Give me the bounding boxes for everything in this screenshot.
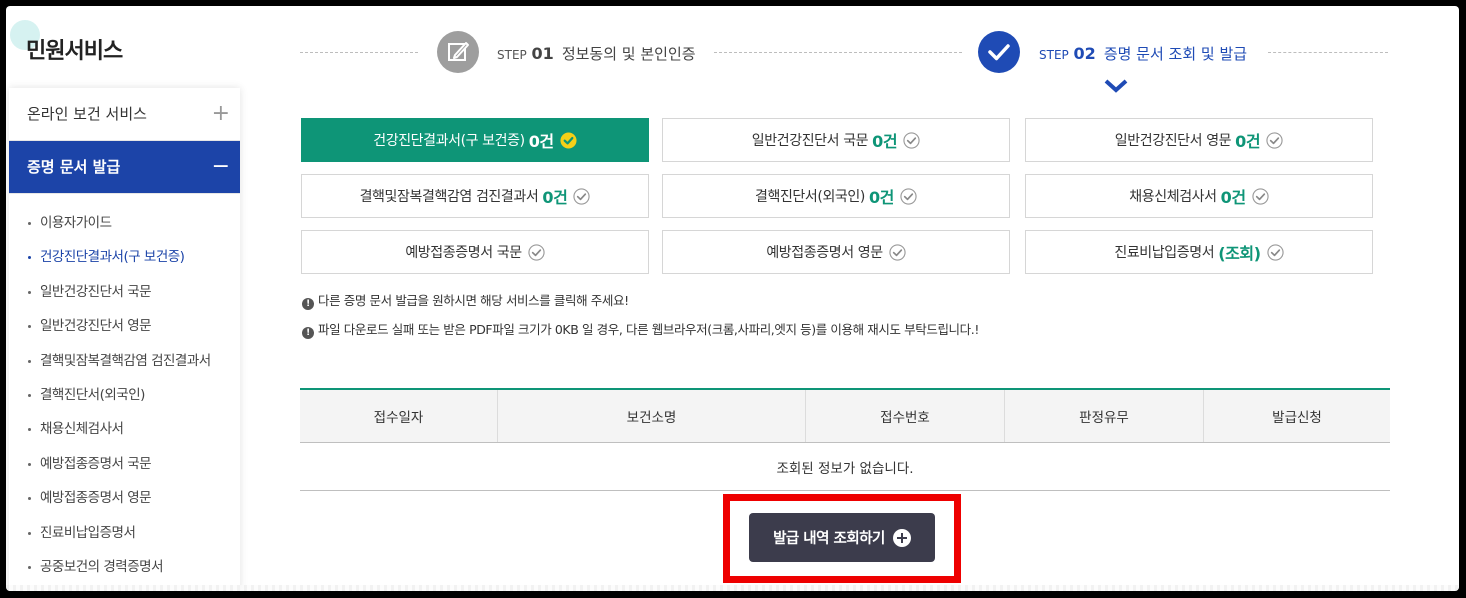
table-header: 접수번호 — [805, 388, 1005, 443]
check-circle-icon — [903, 131, 920, 149]
sidebar-item-employment[interactable]: 채용신체검사서 — [9, 412, 240, 446]
exclamation-icon: ! — [302, 327, 314, 339]
step-divider — [714, 52, 962, 53]
step-divider — [1268, 52, 1388, 53]
table-header: 판정유무 — [1004, 388, 1204, 443]
table-row: 조회된 정보가 없습니다. — [300, 442, 1390, 491]
doc-count: 0건 — [1220, 188, 1246, 207]
doc-count: 0건 — [542, 188, 568, 207]
page-title: 민원서비스 — [26, 39, 123, 64]
exclamation-icon: ! — [302, 298, 314, 310]
check-circle-icon — [1267, 243, 1284, 261]
check-circle-icon — [573, 187, 591, 205]
doc-name: 일반건강진단서 국문 — [751, 133, 869, 149]
doc-name: 진료비납입증명서 — [1114, 245, 1215, 261]
chevron-down-icon — [1104, 79, 1128, 93]
doc-button-general-kr[interactable]: 일반건강진단서 국문 0건 — [662, 118, 1010, 162]
sidebar-item-general-en[interactable]: 일반건강진단서 영문 — [9, 309, 240, 343]
doc-button-tb-screening[interactable]: 결핵및잠복결핵감염 검진결과서 0건 — [301, 174, 649, 218]
step-1-label: STEP 01 정보동의 및 본인인증 — [497, 44, 696, 63]
collapse-icon[interactable]: − — [212, 141, 230, 193]
table-header: 발급신청 — [1203, 388, 1390, 443]
check-circle-icon — [889, 243, 906, 261]
notice-line: ! 다른 증명 문서 발급을 원하시면 해당 서비스를 클릭해 주세요! — [302, 290, 629, 310]
check-circle-icon — [560, 131, 577, 149]
doc-button-vaccine-en[interactable]: 예방접종증명서 영문 — [662, 230, 1010, 274]
doc-count: 0건 — [872, 132, 898, 151]
issue-history-table: 접수일자 보건소명 접수번호 판정유무 발급신청 조회된 정보가 없습니다. — [300, 388, 1390, 491]
check-circle-icon — [1252, 187, 1269, 205]
plus-circle-icon — [892, 528, 911, 547]
sidebar-item-medical-fee[interactable]: 진료비납입증명서 — [9, 516, 240, 550]
sidebar-menu-online-health[interactable]: 온라인 보건 서비스 + — [9, 88, 240, 141]
sidebar-submenu: 이용자가이드 건강진단결과서(구 보건증) 일반건강진단서 국문 일반건강진단서… — [9, 206, 240, 584]
check-circle-icon — [1266, 131, 1283, 149]
doc-button-tb-foreign[interactable]: 결핵진단서(외국인) 0건 — [662, 174, 1010, 218]
sidebar-item-public-health-career[interactable]: 공중보건의 경력증명서 — [9, 550, 240, 584]
doc-name: 채용신체검사서 — [1129, 189, 1217, 205]
sidebar-item-health-result[interactable]: 건강진단결과서(구 보건증) — [9, 240, 240, 274]
doc-name: 예방접종증명서 국문 — [405, 245, 522, 261]
sidebar-item-tb-foreign[interactable]: 결핵진단서(외국인) — [9, 378, 240, 412]
doc-count: 0건 — [528, 132, 554, 151]
sidebar-item-tb-screening[interactable]: 결핵및잠복결핵감염 검진결과서 — [9, 344, 240, 378]
doc-name: 일반건강진단서 영문 — [1114, 133, 1232, 149]
table-header: 접수일자 — [300, 388, 498, 443]
page-frame: 민원서비스 온라인 보건 서비스 + 증명 문서 발급 − 이용자가이드 건강진… — [6, 6, 1459, 591]
sidebar-menu-certificate[interactable]: 증명 문서 발급 − — [9, 141, 240, 194]
doc-button-employment[interactable]: 채용신체검사서 0건 — [1025, 174, 1373, 218]
sidebar-item-user-guide[interactable]: 이용자가이드 — [9, 206, 240, 240]
pencil-icon — [437, 31, 479, 73]
table-header: 보건소명 — [497, 388, 806, 443]
doc-name: 건강진단결과서(구 보건증) — [373, 133, 525, 149]
doc-button-health-result[interactable]: 건강진단결과서(구 보건증) 0건 — [301, 118, 649, 162]
doc-inquiry: (조회) — [1218, 244, 1261, 263]
check-circle-icon — [900, 187, 917, 205]
sidebar-menu-label: 증명 문서 발급 — [27, 158, 121, 176]
check-circle-icon — [528, 243, 545, 261]
expand-icon[interactable]: + — [212, 88, 230, 140]
torn-edge — [6, 585, 1459, 591]
sidebar-item-vaccine-kr[interactable]: 예방접종증명서 국문 — [9, 447, 240, 481]
doc-button-general-en[interactable]: 일반건강진단서 영문 0건 — [1025, 118, 1373, 162]
doc-name: 결핵및잠복결핵감염 검진결과서 — [359, 189, 539, 205]
check-icon — [978, 31, 1020, 73]
sidebar-menu: 온라인 보건 서비스 + 증명 문서 발급 − 이용자가이드 건강진단결과서(구… — [9, 88, 240, 591]
doc-count: 0건 — [1235, 132, 1261, 151]
step-2-label: STEP 02 증명 문서 조회 및 발급 — [1039, 44, 1248, 63]
issue-history-button[interactable]: 발급 내역 조회하기 — [749, 513, 935, 562]
step-divider — [300, 52, 418, 53]
doc-count: 0건 — [868, 188, 895, 207]
issue-history-label: 발급 내역 조회하기 — [773, 531, 885, 547]
empty-message: 조회된 정보가 없습니다. — [300, 442, 1390, 491]
sidebar-item-vaccine-en[interactable]: 예방접종증명서 영문 — [9, 481, 240, 515]
sidebar-item-general-kr[interactable]: 일반건강진단서 국문 — [9, 275, 240, 309]
doc-name: 결핵진단서(외국인) — [754, 189, 865, 205]
doc-button-vaccine-kr[interactable]: 예방접종증명서 국문 — [301, 230, 649, 274]
notice-line: ! 파일 다운로드 실패 또는 받은 PDF파일 크기가 0KB 일 경우, 다른… — [302, 319, 979, 339]
doc-name: 예방접종증명서 영문 — [766, 245, 883, 261]
table-header-row: 접수일자 보건소명 접수번호 판정유무 발급신청 — [300, 388, 1390, 443]
sidebar-menu-label: 온라인 보건 서비스 — [27, 105, 147, 123]
doc-button-medical-fee[interactable]: 진료비납입증명서 (조회) — [1025, 230, 1373, 274]
